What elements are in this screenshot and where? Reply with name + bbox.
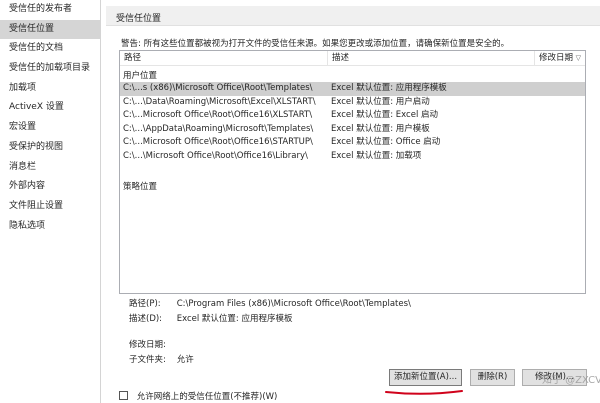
table-row[interactable]: C:\...\Microsoft Office\Root\Office16\Li…: [120, 150, 585, 164]
sidebar-item-privacy-options[interactable]: 隐私选项: [0, 217, 100, 237]
remove-button[interactable]: 删除(R): [470, 369, 515, 386]
detail-path-label: 路径(P):: [129, 299, 161, 309]
row-description: Excel 默认位置: 加载项: [331, 151, 422, 161]
sidebar-item-file-block-settings[interactable]: 文件阻止设置: [0, 197, 100, 217]
column-header-path[interactable]: 路径: [120, 51, 328, 66]
sidebar-item-macro-settings[interactable]: 宏设置: [0, 118, 100, 138]
table-row[interactable]: C:\...\Data\Roaming\Microsoft\Excel\XLST…: [120, 96, 585, 110]
detail-description-value: Excel 默认位置: 应用程序模板: [176, 314, 293, 324]
add-new-location-button[interactable]: 添加新位置(A)...: [389, 369, 462, 386]
row-path: C:\...Microsoft Office\Root\Office16\STA…: [123, 137, 313, 148]
table-row[interactable]: C:\...Microsoft Office\Root\Office16\STA…: [120, 136, 585, 150]
column-header-date-label: 修改日期: [539, 53, 574, 63]
row-description: Excel 默认位置: Excel 启动: [331, 110, 439, 121]
allow-network-locations-checkbox[interactable]: [119, 391, 128, 400]
page-title: 受信任位置: [116, 14, 162, 24]
sidebar-item-trusted-publishers[interactable]: 受信任的发布者: [0, 0, 100, 20]
detail-description: 描述(D): Excel 默认位置: 应用程序模板: [129, 312, 293, 324]
sidebar-item-trusted-documents[interactable]: 受信任的文档: [0, 39, 100, 59]
table-row[interactable]: C:\...\AppData\Roaming\Microsoft\Templat…: [120, 123, 585, 137]
detail-subfolders-value: 允许: [176, 355, 194, 365]
table-row[interactable]: C:\...s (x86)\Microsoft Office\Root\Temp…: [120, 82, 585, 96]
row-path: C:\...s (x86)\Microsoft Office\Root\Temp…: [123, 83, 313, 93]
detail-modified-date-label: 修改日期:: [129, 340, 166, 350]
main-panel: 受信任位置 警告: 所有这些位置都被视为打开文件的受信任来源。如果您更改或添加位…: [102, 0, 600, 403]
sidebar-item-addins[interactable]: 加载项: [0, 79, 100, 99]
row-path: C:\...Microsoft Office\Root\Office16\XLS…: [123, 110, 313, 121]
row-path: C:\...\Microsoft Office\Root\Office16\Li…: [123, 151, 308, 161]
detail-description-label: 描述(D):: [129, 314, 163, 324]
red-underline-annotation: [385, 390, 463, 395]
group-label-user-locations: 用户位置: [123, 71, 158, 81]
row-path: C:\...\AppData\Roaming\Microsoft\Templat…: [123, 123, 314, 134]
detail-subfolders-label: 子文件夹:: [129, 355, 166, 365]
allow-network-locations-label[interactable]: 允许网络上的受信任位置(不推荐)(W): [137, 392, 278, 402]
detail-modified-date: 修改日期:: [129, 338, 174, 350]
sidebar-item-external-content[interactable]: 外部内容: [0, 177, 100, 197]
watermark: 知乎 @ZXCV: [542, 375, 600, 386]
sidebar-item-message-bar[interactable]: 消息栏: [0, 158, 100, 178]
section-header: 受信任位置: [106, 6, 600, 26]
sidebar-item-protected-view[interactable]: 受保护的视图: [0, 138, 100, 158]
sidebar-item-trusted-locations[interactable]: 受信任位置: [0, 19, 100, 40]
sidebar-item-trusted-addin-catalogs[interactable]: 受信任的加载项目录: [0, 59, 100, 79]
detail-path: 路径(P): C:\Program Files (x86)\Microsoft …: [129, 297, 411, 309]
row-description: Excel 默认位置: 用户启动: [331, 96, 430, 107]
column-header-description[interactable]: 描述: [328, 51, 535, 66]
warning-text: 警告: 所有这些位置都被视为打开文件的受信任来源。如果您更改或添加位置，请确保新…: [121, 39, 510, 49]
sidebar-item-activex-settings[interactable]: ActiveX 设置: [0, 98, 100, 118]
sort-dropdown-icon[interactable]: ▽: [576, 51, 581, 66]
column-header-modified-date[interactable]: 修改日期 ▽: [535, 51, 585, 66]
row-path: C:\...\Data\Roaming\Microsoft\Excel\XLST…: [123, 96, 316, 107]
row-description: Excel 默认位置: 应用程序模板: [331, 83, 447, 93]
allow-network-locations-row: 允许网络上的受信任位置(不推荐)(W): [119, 390, 277, 402]
locations-table: 路径 描述 修改日期 ▽ 用户位置 C:\...s (x86)\Microsof…: [119, 50, 586, 294]
detail-subfolders: 子文件夹: 允许: [129, 353, 194, 365]
group-label-policy-locations: 策略位置: [123, 182, 158, 192]
row-description: Excel 默认位置: 用户模板: [331, 123, 430, 134]
detail-path-value: C:\Program Files (x86)\Microsoft Office\…: [176, 299, 411, 309]
sidebar: 受信任的发布者 受信任位置 受信任的文档 受信任的加载项目录 加载项 Activ…: [0, 0, 101, 403]
row-description: Excel 默认位置: Office 启动: [331, 137, 441, 148]
table-header: 路径 描述 修改日期 ▽: [120, 51, 585, 66]
table-row[interactable]: C:\...Microsoft Office\Root\Office16\XLS…: [120, 109, 585, 123]
